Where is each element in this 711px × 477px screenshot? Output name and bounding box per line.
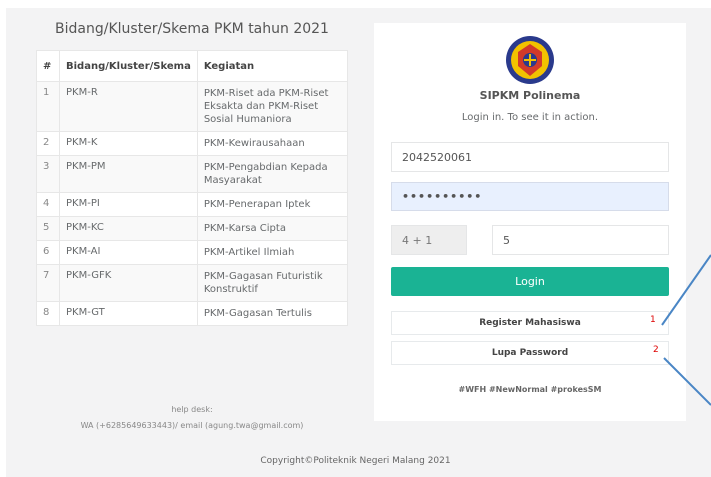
pkm-table: # Bidang/Kluster/Skema Kegiatan 1 PKM-R … <box>36 50 349 326</box>
table-title: Bidang/Kluster/Skema PKM tahun 2021 <box>55 21 329 37</box>
row-bidang: PKM-GFK <box>59 264 198 302</box>
captcha-answer-input[interactable]: 5 <box>492 225 669 255</box>
table-row: 8 PKM-GT PKM-Gagasan Tertulis <box>36 301 349 326</box>
row-bidang: PKM-KC <box>59 216 198 241</box>
table-row: 6 PKM-AI PKM-Artikel Ilmiah <box>36 240 349 265</box>
row-kegiatan: PKM-Gagasan Futuristik Konstruktif <box>196 264 349 302</box>
annotation-marker-1: 1 <box>650 315 656 325</box>
annotation-marker-2: 2 <box>653 345 659 355</box>
table-header-row: # Bidang/Kluster/Skema Kegiatan <box>36 50 349 82</box>
col-header-kegiatan: Kegiatan <box>196 50 349 82</box>
row-no: 1 <box>36 81 60 132</box>
password-input[interactable]: •••••••••• <box>391 182 669 211</box>
polinema-logo-icon <box>506 36 554 84</box>
row-no: 2 <box>36 131 60 156</box>
username-input[interactable]: 2042520061 <box>391 142 669 172</box>
login-button[interactable]: Login <box>391 267 669 296</box>
login-panel: SIPKM Polinema Login in. To see it in ac… <box>374 23 686 421</box>
table-row: 2 PKM-K PKM-Kewirausahaan <box>36 131 349 156</box>
row-bidang: PKM-PI <box>59 192 198 217</box>
copyright-footer: Copyright©Politeknik Negeri Malang 2021 <box>260 456 451 466</box>
table-row: 5 PKM-KC PKM-Karsa Cipta <box>36 216 349 241</box>
row-bidang: PKM-K <box>59 131 198 156</box>
register-mahasiswa-button[interactable]: Register Mahasiswa <box>391 311 669 335</box>
helpdesk-info: help desk: WA (+6285649633443)/ email (a… <box>36 402 348 434</box>
app-title: SIPKM Polinema <box>479 89 581 102</box>
table-row: 4 PKM-PI PKM-Penerapan Iptek <box>36 192 349 217</box>
helpdesk-label: help desk: <box>171 405 213 414</box>
row-no: 4 <box>36 192 60 217</box>
row-no: 5 <box>36 216 60 241</box>
row-kegiatan: PKM-Gagasan Tertulis <box>196 301 349 326</box>
hashtags: #WFH #NewNormal #prokesSM <box>458 385 602 394</box>
lupa-password-button[interactable]: Lupa Password <box>391 341 669 365</box>
row-no: 6 <box>36 240 60 265</box>
col-header-no: # <box>36 50 60 82</box>
row-bidang: PKM-PM <box>59 155 198 193</box>
row-no: 8 <box>36 301 60 326</box>
captcha-question: 4 + 1 <box>391 225 467 255</box>
row-no: 3 <box>36 155 60 193</box>
table-row: 1 PKM-R PKM-Riset ada PKM-Riset Eksakta … <box>36 81 349 132</box>
row-no: 7 <box>36 264 60 302</box>
row-bidang: PKM-AI <box>59 240 198 265</box>
row-kegiatan: PKM-Karsa Cipta <box>196 216 349 241</box>
helpdesk-contact: WA (+6285649633443)/ email (agung.twa@gm… <box>80 421 304 430</box>
table-row: 3 PKM-PM PKM-Pengabdian Kepada Masyaraka… <box>36 155 349 193</box>
row-kegiatan: PKM-Pengabdian Kepada Masyarakat <box>196 155 349 193</box>
table-row: 7 PKM-GFK PKM-Gagasan Futuristik Konstru… <box>36 264 349 302</box>
row-kegiatan: PKM-Artikel Ilmiah <box>196 240 349 265</box>
login-subtitle: Login in. To see it in action. <box>461 112 599 123</box>
col-header-bidang: Bidang/Kluster/Skema <box>59 50 198 82</box>
row-bidang: PKM-R <box>59 81 198 132</box>
row-kegiatan: PKM-Penerapan Iptek <box>196 192 349 217</box>
row-kegiatan: PKM-Kewirausahaan <box>196 131 349 156</box>
row-kegiatan: PKM-Riset ada PKM-Riset Eksakta dan PKM-… <box>196 81 349 132</box>
row-bidang: PKM-GT <box>59 301 198 326</box>
